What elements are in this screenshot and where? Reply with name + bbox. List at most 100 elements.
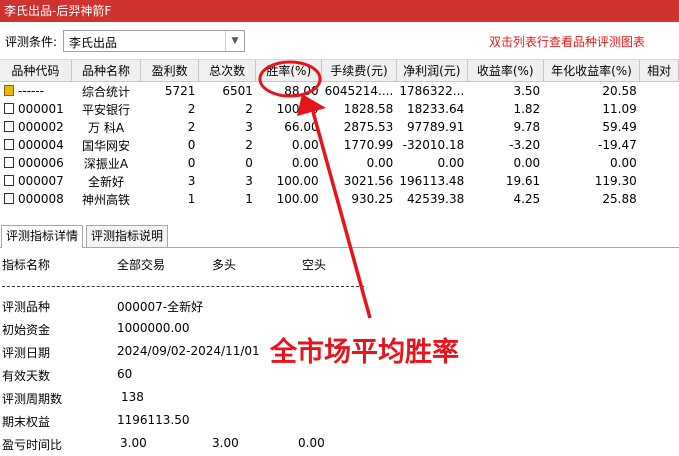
table-cell: 2 bbox=[245, 102, 253, 116]
column-header[interactable]: 盈利数 bbox=[140, 60, 199, 82]
condition-label: 评测条件: bbox=[5, 35, 58, 49]
table-row[interactable]: 000007 全新好 3 3 100.00 3021.56 196113.48 19.61 11… bbox=[0, 172, 679, 190]
metric-label: 期末权益 bbox=[2, 415, 51, 429]
table-cell: 国华网安 bbox=[82, 138, 131, 153]
table-row[interactable]: 000001 平安银行 2 2 100.00 1828.58 18233.64 1.82 11.… bbox=[0, 100, 679, 118]
table-row[interactable]: 000004 国华网安 0 2 0.00 1770.99 -32010.18 -3.20 -19… bbox=[0, 136, 679, 154]
stock-code: 000001 bbox=[18, 102, 64, 116]
table-cell: 3 bbox=[245, 120, 253, 134]
table-cell: 2875.53 bbox=[343, 120, 394, 134]
metric-value: 1000000.00 bbox=[117, 321, 190, 335]
table-cell bbox=[640, 136, 679, 154]
column-header[interactable]: 品种名称 bbox=[71, 60, 142, 82]
stock-code-cell: 000002 bbox=[0, 118, 71, 136]
row-icon bbox=[4, 157, 14, 168]
summary-icon bbox=[4, 85, 14, 96]
table-cell: 1 bbox=[245, 192, 253, 206]
table-cell: 0 bbox=[245, 156, 253, 170]
table-cell bbox=[543, 208, 640, 216]
chevron-down-icon[interactable]: ▼ bbox=[225, 31, 244, 51]
details-header-short: 空头 bbox=[302, 258, 327, 272]
column-header[interactable]: 年化收益率(%) bbox=[543, 60, 641, 82]
stock-code: 000004 bbox=[18, 138, 64, 152]
table-row[interactable]: 000002 万 科A 2 3 66.00 2875.53 97789.91 9.78 59.4… bbox=[0, 118, 679, 136]
table-header-row: 品种代码 品种名称 盈利数 总次数 胜率(%) 手续费(元) 净利润(元) 收益率(%) 年化收… bbox=[0, 60, 679, 82]
tab-label: 评测指标说明 bbox=[91, 229, 164, 243]
stock-code: 000006 bbox=[18, 156, 64, 170]
table-cell: 18233.64 bbox=[406, 102, 465, 116]
table-cell: 1.82 bbox=[513, 102, 541, 116]
row-icon bbox=[4, 193, 14, 204]
table-cell: 930.25 bbox=[351, 192, 394, 206]
column-header[interactable]: 手续费(元) bbox=[321, 60, 397, 82]
table-cell bbox=[640, 208, 679, 216]
table-cell: 196113.48 bbox=[399, 174, 465, 188]
tab-metric-details[interactable]: 评测指标详情 bbox=[1, 225, 84, 248]
stock-code: 000007 bbox=[18, 174, 64, 188]
table-cell: 0.00 bbox=[291, 156, 319, 170]
metric-value: 1196113.50 bbox=[117, 413, 190, 427]
details-header-name: 指标名称 bbox=[2, 258, 51, 272]
column-header[interactable]: 总次数 bbox=[198, 60, 257, 82]
table-cell: 平安银行 bbox=[82, 102, 131, 117]
table-cell bbox=[640, 190, 679, 208]
condition-dropdown-value: 李氏出品 bbox=[69, 36, 118, 50]
table-row[interactable] bbox=[0, 208, 679, 216]
stock-code: 000002 bbox=[18, 120, 64, 134]
table-row[interactable]: 000008 神州高铁 1 1 100.00 930.25 42539.38 4.25 25.8… bbox=[0, 190, 679, 208]
stock-code-cell: 000007 bbox=[0, 172, 71, 190]
row-icon bbox=[4, 175, 14, 186]
table-cell bbox=[640, 100, 679, 118]
table-cell: 4.25 bbox=[513, 192, 541, 206]
row-icon bbox=[4, 121, 14, 132]
stock-code-cell: ------ bbox=[0, 82, 71, 101]
table-cell: 1770.99 bbox=[343, 138, 394, 152]
metric-label: 盈亏时间比 bbox=[2, 438, 63, 452]
column-header[interactable]: 品种代码 bbox=[0, 60, 72, 82]
metric-value: 0.00 bbox=[298, 436, 325, 450]
table-cell: 深振业A bbox=[83, 156, 129, 171]
table-cell bbox=[640, 172, 679, 190]
metric-value: 138 bbox=[121, 390, 144, 404]
table-cell: 119.30 bbox=[594, 174, 637, 188]
stock-code: 000008 bbox=[18, 192, 64, 206]
table-cell bbox=[256, 208, 322, 216]
details-header-all: 全部交易 bbox=[117, 258, 166, 272]
column-header[interactable]: 净利润(元) bbox=[396, 60, 468, 82]
results-table: 品种代码 品种名称 盈利数 总次数 胜率(%) 手续费(元) 净利润(元) 收益率(%) 年化收… bbox=[0, 60, 679, 216]
table-cell bbox=[640, 118, 679, 136]
column-header[interactable]: 胜率(%) bbox=[255, 60, 323, 82]
table-cell: 0.00 bbox=[366, 156, 394, 170]
table-cell: 59.49 bbox=[602, 120, 637, 134]
condition-dropdown[interactable]: 李氏出品 ▼ bbox=[63, 30, 245, 52]
summary-row[interactable]: ------ 综合统计 5721 6501 88.00 6045214.... 178632… bbox=[0, 82, 679, 101]
metric-value: 60 bbox=[117, 367, 133, 381]
tab-metric-explanation[interactable]: 评测指标说明 bbox=[86, 225, 169, 247]
table-cell: 0.00 bbox=[610, 156, 637, 170]
table-cell: 3 bbox=[187, 174, 196, 188]
table-cell: 11.09 bbox=[602, 102, 637, 116]
row-icon bbox=[4, 139, 14, 150]
row-icon bbox=[4, 103, 14, 114]
metric-label: 初始资金 bbox=[2, 323, 51, 337]
table-cell: 6501 bbox=[222, 84, 253, 98]
stock-code-cell bbox=[0, 208, 71, 216]
table-cell: 0 bbox=[187, 138, 196, 152]
table-cell: 5721 bbox=[164, 84, 196, 98]
table-cell bbox=[640, 82, 679, 101]
table-cell: 2 bbox=[187, 102, 196, 116]
table-cell bbox=[467, 208, 543, 216]
column-header[interactable]: 收益率(%) bbox=[467, 60, 544, 82]
table-row[interactable]: 000006 深振业A 0 0 0.00 0.00 0.00 0.00 0.00 bbox=[0, 154, 679, 172]
table-cell: -19.47 bbox=[598, 138, 637, 152]
table-cell: 1786322... bbox=[399, 84, 465, 98]
table-cell: 0.00 bbox=[291, 138, 319, 152]
annotation-text: 全市场平均胜率 bbox=[270, 337, 459, 368]
column-header[interactable]: 相对 bbox=[639, 60, 679, 82]
table-cell: 1828.58 bbox=[343, 102, 394, 116]
table-cell: 100.00 bbox=[276, 102, 319, 116]
table-cell: 97789.91 bbox=[406, 120, 465, 134]
table-cell: 2 bbox=[187, 120, 196, 134]
results-grid[interactable]: 品种代码 品种名称 盈利数 总次数 胜率(%) 手续费(元) 净利润(元) 收益率(%) 年化收… bbox=[0, 60, 679, 216]
metric-label: 评测品种 bbox=[2, 300, 51, 314]
